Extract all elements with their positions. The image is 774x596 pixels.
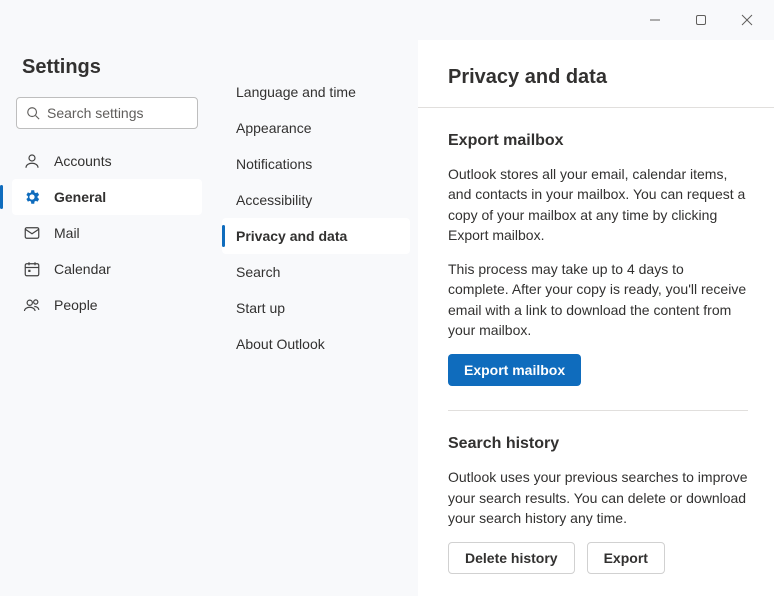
subnav-about-outlook[interactable]: About Outlook bbox=[222, 326, 410, 362]
page-title: Privacy and data bbox=[448, 66, 748, 89]
sidebar-item-label: Mail bbox=[54, 225, 80, 241]
minimize-icon bbox=[649, 14, 661, 26]
subnav-label: Appearance bbox=[236, 120, 312, 136]
gear-icon bbox=[22, 187, 42, 207]
subnav-label: Notifications bbox=[236, 156, 312, 172]
window-titlebar bbox=[0, 0, 774, 40]
mail-icon bbox=[22, 223, 42, 243]
subnav-privacy-data[interactable]: Privacy and data bbox=[222, 218, 410, 254]
section-heading: Export mailbox bbox=[448, 132, 748, 150]
subnav-label: Privacy and data bbox=[236, 228, 347, 244]
subnav-label: About Outlook bbox=[236, 336, 325, 352]
content-body: Export mailbox Outlook stores all your e… bbox=[418, 108, 774, 596]
subnav-appearance[interactable]: Appearance bbox=[222, 110, 410, 146]
search-icon bbox=[26, 106, 40, 120]
subnav-notifications[interactable]: Notifications bbox=[222, 146, 410, 182]
subnav-label: Accessibility bbox=[236, 192, 312, 208]
subnav-label: Language and time bbox=[236, 84, 356, 100]
window-minimize-button[interactable] bbox=[632, 4, 678, 36]
subnav-label: Start up bbox=[236, 300, 285, 316]
content-header: Privacy and data bbox=[418, 40, 774, 108]
subnav-startup[interactable]: Start up bbox=[222, 290, 410, 326]
calendar-icon bbox=[22, 259, 42, 279]
sidebar-item-people[interactable]: People bbox=[12, 287, 202, 323]
settings-content: Privacy and data Export mailbox Outlook … bbox=[418, 40, 774, 596]
subnav-language-time[interactable]: Language and time bbox=[222, 74, 410, 110]
window-maximize-button[interactable] bbox=[678, 4, 724, 36]
sidebar-item-label: Accounts bbox=[54, 153, 112, 169]
section-search-history: Search history Outlook uses your previou… bbox=[448, 410, 748, 596]
sidebar-item-mail[interactable]: Mail bbox=[12, 215, 202, 251]
maximize-icon bbox=[695, 14, 707, 26]
sidebar-item-label: General bbox=[54, 189, 106, 205]
sidebar-item-label: People bbox=[54, 297, 98, 313]
settings-layout: Settings Accounts General Mail bbox=[0, 40, 774, 596]
settings-subnav: Language and time Appearance Notificatio… bbox=[214, 40, 418, 596]
window-close-button[interactable] bbox=[724, 4, 770, 36]
people-icon bbox=[22, 295, 42, 315]
delete-history-button[interactable]: Delete history bbox=[448, 542, 575, 574]
export-mailbox-button[interactable]: Export mailbox bbox=[448, 354, 581, 386]
sidebar-item-accounts[interactable]: Accounts bbox=[12, 143, 202, 179]
section-paragraph: Outlook stores all your email, calendar … bbox=[448, 164, 748, 245]
export-history-button[interactable]: Export bbox=[587, 542, 665, 574]
person-icon bbox=[22, 151, 42, 171]
section-paragraph: This process may take up to 4 days to co… bbox=[448, 259, 748, 340]
sidebar-item-label: Calendar bbox=[54, 261, 111, 277]
sidebar-item-general[interactable]: General bbox=[12, 179, 202, 215]
subnav-accessibility[interactable]: Accessibility bbox=[222, 182, 410, 218]
search-settings-input[interactable] bbox=[16, 97, 198, 129]
sidebar-item-calendar[interactable]: Calendar bbox=[12, 251, 202, 287]
section-paragraph: Outlook uses your previous searches to i… bbox=[448, 467, 748, 528]
section-heading: Search history bbox=[448, 435, 748, 453]
settings-sidebar: Settings Accounts General Mail bbox=[0, 40, 214, 596]
section-export-mailbox: Export mailbox Outlook stores all your e… bbox=[448, 108, 748, 410]
close-icon bbox=[741, 14, 753, 26]
subnav-search[interactable]: Search bbox=[222, 254, 410, 290]
button-row: Delete history Export bbox=[448, 542, 748, 574]
search-settings-wrap bbox=[16, 97, 198, 129]
settings-title: Settings bbox=[12, 56, 202, 79]
subnav-label: Search bbox=[236, 264, 280, 280]
